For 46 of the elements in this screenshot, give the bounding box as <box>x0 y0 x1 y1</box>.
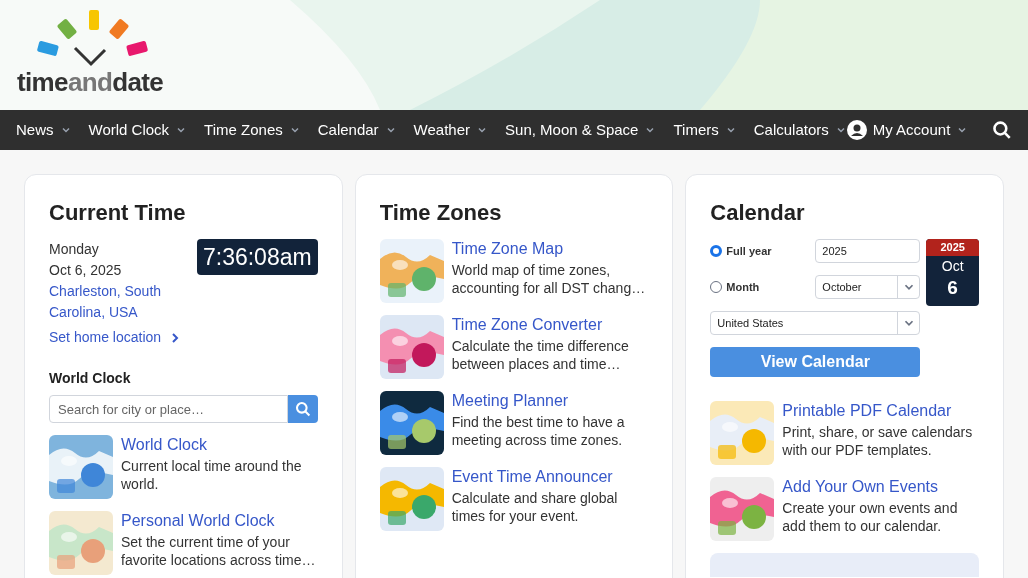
nav-menu-item[interactable]: Weather <box>413 118 489 142</box>
account-menu[interactable]: My Account <box>846 118 969 142</box>
country-select[interactable]: United States <box>710 311 921 335</box>
feature-link[interactable]: Add Your Own Events <box>782 477 979 498</box>
nav-menu-item[interactable]: Time Zones <box>204 118 301 142</box>
nav-menu-item[interactable]: News <box>16 118 72 142</box>
clock-display: 7:36:08am <box>196 239 318 275</box>
card-title: Calendar <box>710 199 806 227</box>
search-button[interactable] <box>287 395 318 423</box>
month-select[interactable]: October <box>815 275 921 299</box>
radio-option[interactable]: Full year <box>710 242 772 260</box>
card-title: Time Zones <box>379 199 503 227</box>
section-label: World Clock <box>49 369 132 388</box>
location-link[interactable]: Charleston, South Carolina, USA <box>49 281 173 323</box>
feature-link[interactable]: Event Time Announcer <box>451 467 649 487</box>
feature-link[interactable]: World Clock <box>121 435 318 455</box>
feature-description: Find the best time to have a meeting across time zones. <box>451 413 626 449</box>
logo-text: timeanddate <box>17 68 164 96</box>
feature-description: Create your own events and add them to our calendar. <box>782 499 959 536</box>
feature-description: Calculate and share global times for your event. <box>451 489 619 525</box>
nav-menu-item[interactable]: Calculators <box>753 118 847 142</box>
feature-description: Print, share, or save calendars with our PDF templates. <box>782 423 974 460</box>
feature-description: Current local time around the world. <box>121 457 303 493</box>
search-icon[interactable] <box>992 120 1012 140</box>
user-icon <box>846 120 867 140</box>
home-location-link[interactable]: Set home location <box>49 327 182 348</box>
feature-description: Set the current time of your favorite locations across time… <box>121 533 317 569</box>
feature-link[interactable]: Printable PDF Calendar <box>782 401 979 422</box>
nav-menu-item[interactable]: Timers <box>673 118 737 142</box>
feature-description: World map of time zones, accounting for all DST chang… <box>451 261 647 297</box>
nav-menu-item[interactable]: Calendar <box>317 118 397 142</box>
search-field[interactable]: Search for city or place… <box>49 395 288 423</box>
feature-link[interactable]: Time Zone Map <box>451 239 649 259</box>
search-icon <box>294 401 311 417</box>
weekday-text: Monday <box>49 240 100 259</box>
date-badge: 2025 Oct 6 <box>926 239 979 306</box>
feature-link[interactable]: Meeting Planner <box>451 391 649 411</box>
radio-option[interactable]: Month <box>710 278 760 296</box>
card-title: Current Time <box>49 199 187 227</box>
feature-link[interactable]: Personal World Clock <box>121 511 318 531</box>
date-text: Oct 6, 2025 <box>49 261 123 280</box>
feature-link[interactable]: Time Zone Converter <box>451 315 649 335</box>
nav-menu-item[interactable]: World Clock <box>88 118 188 142</box>
feature-description: Calculate the time difference between places and time… <box>451 337 630 373</box>
year-field[interactable]: 2025 <box>815 239 921 263</box>
nav-menu-item[interactable]: Sun, Moon & Space <box>505 118 657 142</box>
